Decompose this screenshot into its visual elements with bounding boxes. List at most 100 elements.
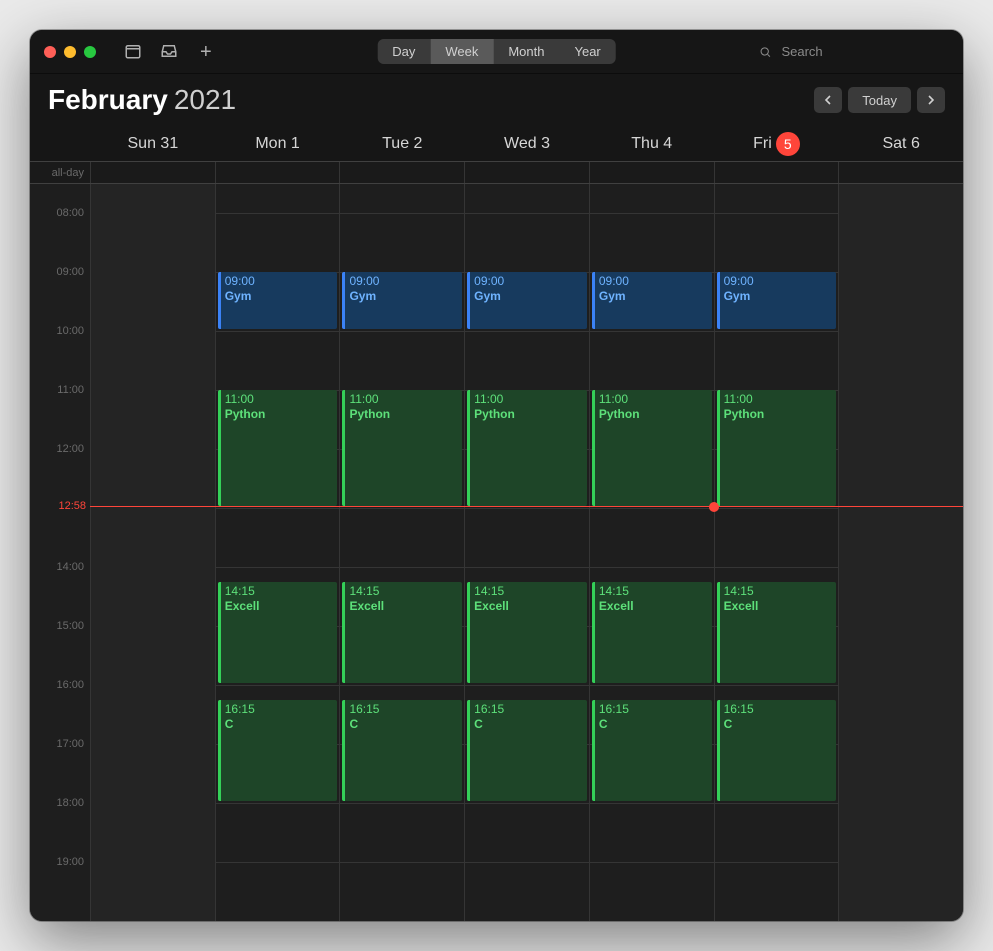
all-day-cell[interactable] — [714, 162, 839, 183]
event-gym[interactable]: 09:00Gym — [218, 272, 338, 329]
week-grid[interactable]: 08:0009:0010:0011:0012:0014:0015:0016:00… — [30, 184, 963, 921]
hour-label: 16:00 — [56, 679, 84, 691]
event-python[interactable]: 11:00Python — [218, 390, 338, 506]
event-time: 16:15 — [349, 702, 458, 717]
event-c[interactable]: 16:15C — [592, 700, 712, 801]
event-title: Gym — [724, 289, 833, 304]
day-header[interactable]: Sat 6 — [838, 126, 963, 161]
hour-label: 17:00 — [56, 738, 84, 750]
all-day-cell[interactable] — [339, 162, 464, 183]
event-excell[interactable]: 14:15Excell — [342, 582, 462, 683]
event-c[interactable]: 16:15C — [717, 700, 837, 801]
hour-label: 11:00 — [57, 384, 84, 396]
event-time: 09:00 — [474, 274, 583, 289]
event-excell[interactable]: 14:15Excell — [467, 582, 587, 683]
day-header[interactable]: Sun 31 — [90, 126, 215, 161]
hour-label: 14:00 — [56, 561, 84, 573]
day-header[interactable]: Wed 3 — [464, 126, 589, 161]
year-label: 2021 — [174, 84, 236, 115]
view-tab-week[interactable]: Week — [430, 39, 493, 64]
event-c[interactable]: 16:15C — [342, 700, 462, 801]
event-time: 14:15 — [724, 584, 833, 599]
event-title: Excell — [474, 599, 583, 614]
day-header[interactable]: Tue 2 — [339, 126, 464, 161]
month-label: February — [48, 84, 168, 115]
today-button[interactable]: Today — [848, 87, 911, 113]
day-column[interactable]: 09:00Gym 11:00Python 14:15Excell 16:15C — [589, 184, 714, 921]
all-day-cell[interactable] — [589, 162, 714, 183]
day-header[interactable]: Mon 1 — [215, 126, 340, 161]
day-column[interactable]: 09:00Gym 11:00Python 14:15Excell 16:15C — [215, 184, 340, 921]
event-time: 11:00 — [474, 392, 583, 407]
day-columns: 09:00Gym11:00Python14:15Excell16:15C09:0… — [90, 184, 963, 921]
event-title: Python — [349, 407, 458, 422]
view-tab-day[interactable]: Day — [377, 39, 430, 64]
all-day-cell[interactable] — [464, 162, 589, 183]
minimize-button[interactable] — [64, 46, 76, 58]
event-excell[interactable]: 14:15Excell — [592, 582, 712, 683]
calendars-icon[interactable] — [124, 42, 142, 62]
event-time: 16:15 — [724, 702, 833, 717]
event-title: Gym — [474, 289, 583, 304]
event-title: Python — [724, 407, 833, 422]
day-header-row: Sun 31Mon 1Tue 2Wed 3Thu 4Fri5Sat 6 — [30, 126, 963, 162]
event-title: C — [724, 717, 833, 732]
event-title: Python — [599, 407, 708, 422]
fullscreen-button[interactable] — [84, 46, 96, 58]
chevron-right-icon — [926, 95, 936, 105]
event-time: 14:15 — [349, 584, 458, 599]
event-python[interactable]: 11:00Python — [342, 390, 462, 506]
day-header[interactable]: Thu 4 — [589, 126, 714, 161]
event-gym[interactable]: 09:00Gym — [467, 272, 587, 329]
day-header-gutter — [30, 126, 90, 161]
all-day-cell[interactable] — [90, 162, 215, 183]
next-week-button[interactable] — [917, 87, 945, 113]
close-button[interactable] — [44, 46, 56, 58]
all-day-cell[interactable] — [838, 162, 963, 183]
hour-gutter: 08:0009:0010:0011:0012:0014:0015:0016:00… — [30, 184, 90, 921]
event-python[interactable]: 11:00Python — [592, 390, 712, 506]
view-segmented-control[interactable]: DayWeekMonthYear — [377, 39, 616, 64]
event-title: Excell — [349, 599, 458, 614]
event-title: Gym — [599, 289, 708, 304]
prev-week-button[interactable] — [814, 87, 842, 113]
event-gym[interactable]: 09:00Gym — [342, 272, 462, 329]
event-gym[interactable]: 09:00Gym — [592, 272, 712, 329]
search-field[interactable] — [759, 43, 949, 60]
view-tab-year[interactable]: Year — [559, 39, 615, 64]
event-python[interactable]: 11:00Python — [467, 390, 587, 506]
all-day-cell[interactable] — [215, 162, 340, 183]
day-column[interactable] — [838, 184, 963, 921]
event-title: Gym — [225, 289, 334, 304]
search-input[interactable] — [779, 43, 949, 60]
inbox-icon[interactable] — [160, 42, 178, 62]
add-event-button[interactable]: + — [200, 42, 212, 62]
event-c[interactable]: 16:15C — [218, 700, 338, 801]
month-header: February2021 Today — [30, 74, 963, 126]
event-title: C — [474, 717, 583, 732]
day-column[interactable]: 09:00Gym 11:00Python 14:15Excell 16:15C — [714, 184, 839, 921]
day-header[interactable]: Fri5 — [714, 126, 839, 161]
day-column[interactable]: 09:00Gym 11:00Python 14:15Excell 16:15C — [339, 184, 464, 921]
event-time: 11:00 — [724, 392, 833, 407]
event-time: 11:00 — [599, 392, 708, 407]
event-title: Excell — [599, 599, 708, 614]
week-nav: Today — [814, 87, 945, 113]
event-time: 16:15 — [225, 702, 334, 717]
hour-label: 12:00 — [56, 443, 84, 455]
event-excell[interactable]: 14:15Excell — [218, 582, 338, 683]
event-title: Python — [474, 407, 583, 422]
view-tab-month[interactable]: Month — [493, 39, 559, 64]
event-gym[interactable]: 09:00Gym — [717, 272, 837, 329]
event-c[interactable]: 16:15C — [467, 700, 587, 801]
day-column[interactable] — [90, 184, 215, 921]
event-excell[interactable]: 14:15Excell — [717, 582, 837, 683]
event-title: C — [225, 717, 334, 732]
window-controls — [44, 46, 96, 58]
calendar-window: + DayWeekMonthYear February2021 Today Su… — [30, 30, 963, 921]
day-column[interactable]: 09:00Gym 11:00Python 14:15Excell 16:15C — [464, 184, 589, 921]
hour-label: 19:00 — [56, 856, 84, 868]
event-time: 14:15 — [599, 584, 708, 599]
all-day-label: all-day — [30, 162, 90, 183]
event-python[interactable]: 11:00Python — [717, 390, 837, 506]
